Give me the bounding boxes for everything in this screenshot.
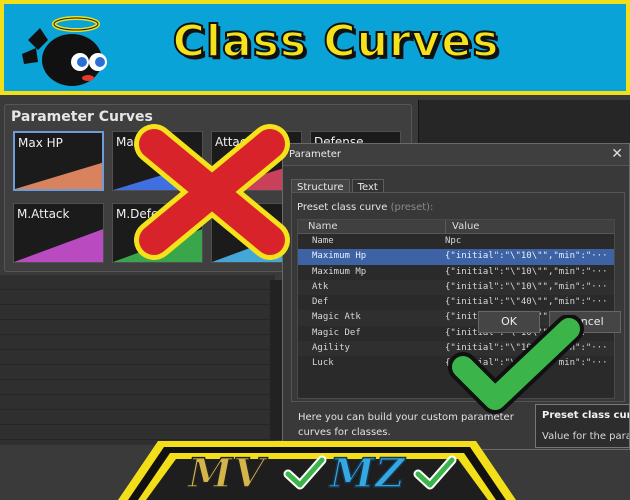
row-name: Name [312,236,334,246]
row-name: Maximum Mp [312,266,367,277]
close-icon[interactable]: ✕ [611,146,623,162]
curve-label: M.Attack [17,207,70,221]
column-value[interactable]: Value [445,220,479,233]
row-value: {"initial":"\"10\"","min":"··· [445,251,608,262]
row-name: Magic Atk [312,312,361,323]
mv-check-icon [283,455,327,490]
green-check-icon [448,315,584,414]
row-name: Luck [312,358,334,369]
preset-label-text: Preset class curve [297,202,388,213]
banner-title: Class Curves [172,15,500,68]
mv-label: MV [187,449,266,498]
mz-check-icon [413,455,457,490]
mz-label: MZ [329,449,406,498]
table-row[interactable]: Maximum Hp {"initial":"\"10\"","min":"··· [298,249,614,265]
row-value: {"initial":"\"10\"","min":"··· [445,266,608,277]
curve-m-attack[interactable]: M.Attack [13,203,104,263]
table-header: Name Value [298,220,614,234]
mascot-icon [22,16,107,86]
editor-list [0,275,275,445]
preset-label-hint: (preset): [390,202,434,213]
column-name[interactable]: Name [308,221,338,232]
row-name: Agility [312,343,350,354]
header-banner: Class Curves [0,0,630,95]
red-x-icon [134,124,290,260]
tooltip-desc: Value for the param [542,431,629,442]
table-row[interactable]: Def {"initial":"\"40\"","min":"··· [298,295,614,310]
dialog-title: Parameter [289,149,342,160]
preset-label: Preset class curve (preset): [297,202,433,213]
row-name: Def [312,297,329,308]
curve-label: Max HP [18,136,63,150]
row-value: {"initial":"\"40\"","min":"··· [445,297,608,308]
row-value: {"initial":"\"10\"","min":"··· [445,281,608,292]
table-row[interactable]: Name Npc [298,234,614,249]
row-name: Atk [312,281,329,292]
row-name: Maximum Hp [312,251,367,262]
curve-max-hp[interactable]: Max HP [13,131,104,191]
table-row[interactable]: Atk {"initial":"\"10\"","min":"··· [298,279,614,296]
table-row[interactable]: Maximum Mp {"initial":"\"10\"","min":"··· [298,265,614,280]
row-value: Npc [445,236,462,246]
row-name: Magic Def [312,327,361,338]
dialog-titlebar[interactable]: Parameter ✕ [283,144,629,166]
